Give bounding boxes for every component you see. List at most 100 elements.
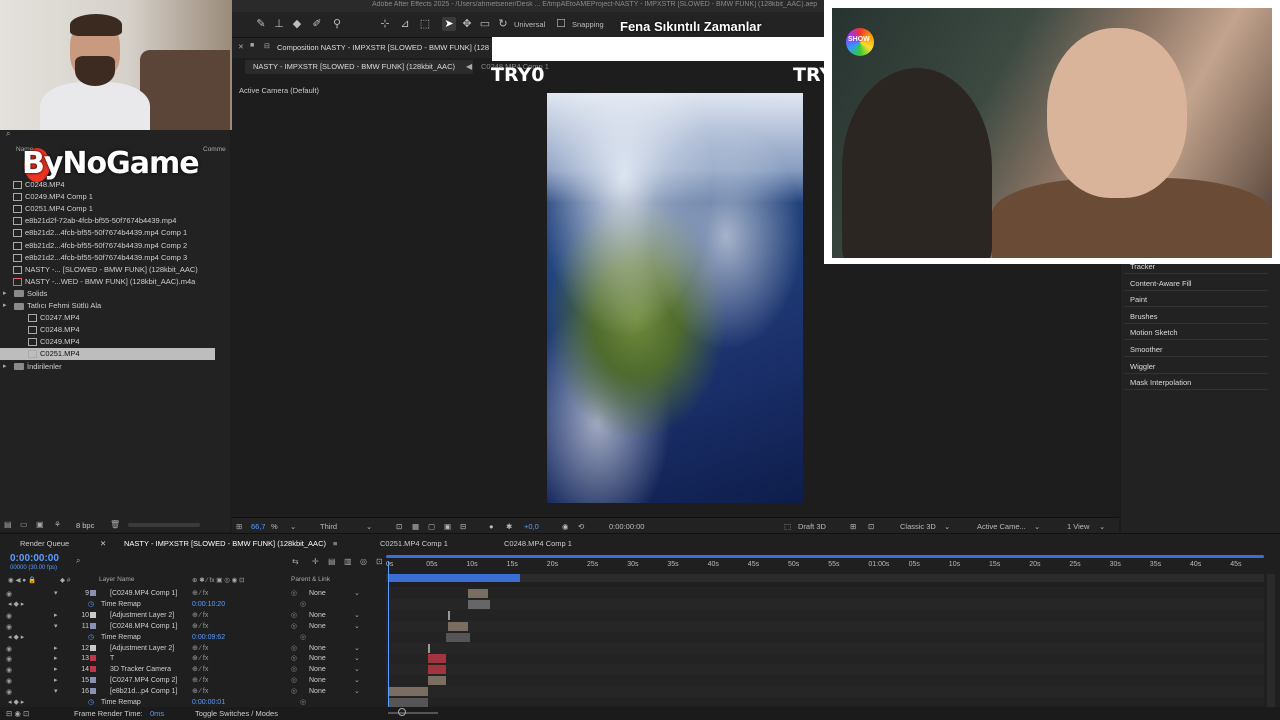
project-item[interactable]: C0248.MP4 [0,324,215,336]
time-navigator[interactable] [386,555,1264,558]
layer-row[interactable]: ◉ ▸ 15 [C0247.MP4 Comp 2] ⊕ ⁄ fx ◎ None ⌄ [0,675,385,686]
pickwhip-icon[interactable]: ◎ [300,599,306,610]
safe-zones-icon[interactable]: ⊟ [460,522,466,531]
disclosure-icon[interactable]: ▸ [3,300,7,312]
layer-switches-icon[interactable]: ⊕ ⁄ fx [192,653,208,664]
snapping-label[interactable]: Snapping [572,20,604,29]
color-channel-icon[interactable]: ● [489,522,494,531]
layer-label-color[interactable] [90,644,96,651]
hand-tool-icon[interactable]: ✥ [460,17,474,31]
keyframe-nav-icon[interactable]: ◂ ◆ ▸ [8,632,24,643]
view-layout-select[interactable]: 1 View [1067,522,1089,531]
timeline-tab[interactable]: Render Queue [20,539,69,548]
current-time[interactable]: 0:00:00:00 [10,553,59,564]
brush-icon[interactable]: ✎ [254,17,268,31]
project-item[interactable]: ▸ İndirilenler [0,361,215,373]
layer-name[interactable]: 3D Tracker Camera [110,664,171,675]
keyframe-nav-icon[interactable]: ◂ ◆ ▸ [8,599,24,610]
layer-bar[interactable] [428,654,446,664]
pickwhip-icon[interactable]: ◎ [291,686,297,697]
resolution-chevron-icon[interactable]: ⌄ [366,522,372,531]
pickwhip-icon[interactable]: ◎ [291,664,297,675]
tool-panel-item[interactable]: Wiggler [1130,362,1155,371]
layer-label-color[interactable] [90,611,96,618]
property-value[interactable]: 0:00:10:20 [192,599,225,610]
layer-name-header[interactable]: Layer Name [99,576,134,583]
parent-chevron-icon[interactable]: ⌄ [354,653,360,664]
flow-arrow-icon[interactable]: ◀ [466,62,472,71]
layer-row[interactable]: ◉ ▸ 10 [Adjustment Layer 2] ⊕ ⁄ fx ◎ None ⌄ [0,610,385,621]
composition-flow-tab[interactable]: NASTY - IMPXSTR [SLOWED - BMW FUNK] (128… [245,60,473,74]
color-management-icon[interactable]: ✱ [506,522,512,531]
parent-select[interactable]: None [309,653,326,664]
work-area-bar[interactable] [388,574,520,582]
project-item[interactable]: NASTY -... [SLOWED - BMW FUNK] (128kbit_… [0,264,215,276]
timeline-tab[interactable]: C0251.MP4 Comp 1 [380,539,448,548]
disclosure-icon[interactable]: ▸ [54,643,58,654]
av-switches-icon[interactable]: ◉ ◀ ● 🔒 [8,576,36,584]
disclosure-icon[interactable]: ▸ [3,288,7,300]
toggle-switches-button[interactable]: Toggle Switches / Modes [195,709,278,718]
layer-switches-icon[interactable]: ⊕ ⁄ fx [192,643,208,654]
project-item[interactable]: C0251.MP4 [0,348,215,361]
parent-select[interactable]: None [309,675,326,686]
parent-select[interactable]: None [309,621,326,632]
graph-editor-icon[interactable]: ⊡ [376,557,383,566]
parent-chevron-icon[interactable]: ⌄ [354,675,360,686]
layer-name[interactable]: [C0249.MP4 Comp 1] [110,588,177,599]
project-item[interactable]: e8b21d2...4fcb-bf55-50f7674b4439.mp4 Com… [0,227,215,239]
layer-row[interactable]: ◉ ▾ 16 [e8b21d...p4 Comp 1] ⊕ ⁄ fx ◎ None ⌄ [0,686,385,697]
resolution-select[interactable]: Third [320,522,337,531]
timeline-tab[interactable]: C0248.MP4 Comp 1 [504,539,572,548]
tab-menu-icon[interactable]: ≡ [333,539,337,548]
layer-label-color[interactable] [90,590,96,596]
zoom-slider-handle[interactable] [398,708,406,716]
tool-panel-item[interactable]: Paint [1130,295,1147,304]
rotate-icon[interactable]: ↻ [496,17,510,31]
disclosure-icon[interactable]: ▸ [54,610,58,621]
stopwatch-icon[interactable]: ◷ [88,632,94,643]
label-column-icon[interactable]: ◆ # [60,576,70,584]
tool-panel-item[interactable]: Tracker [1130,262,1155,271]
parent-chevron-icon[interactable]: ⌄ [354,686,360,697]
layer-switches-icon[interactable]: ⊕ ⁄ fx [192,588,208,599]
project-item[interactable]: e8b21d2...4fcb-bf55-50f7674b4439.mp4 Com… [0,240,215,252]
layer-row[interactable]: ◉ ▸ 12 [Adjustment Layer 2] ⊕ ⁄ fx ◎ None ⌄ [0,643,385,654]
layer-bar[interactable] [468,599,490,609]
rectangle-tool-icon[interactable]: ▭ [478,17,492,31]
tool-panel-item[interactable]: Content-Aware Fill [1130,279,1192,288]
layer-switches-icon[interactable]: ⊕ ⁄ fx [192,610,208,621]
layer-name[interactable]: [e8b21d...p4 Comp 1] [110,686,177,697]
lock-icon[interactable]: ⊟ [264,42,270,50]
view-layout-chevron-icon[interactable]: ⌄ [1099,522,1105,531]
project-col-comment[interactable]: Comme [203,146,226,153]
local-axis-icon[interactable]: ⊹ [378,17,392,31]
bpc-label[interactable]: 8 bpc [76,521,94,530]
frame-blending-icon[interactable]: ▥ [344,557,352,566]
view-axis-icon[interactable]: ⬚ [418,17,432,31]
layer-name[interactable]: [Adjustment Layer 2] [110,643,174,654]
layer-label-color[interactable] [90,622,96,629]
grid-icon[interactable]: ⊞ [236,522,242,531]
exposure-value[interactable]: +0,0 [524,522,539,531]
parent-select[interactable]: None [309,643,326,654]
snapping-checkbox[interactable]: ☐ [554,17,568,31]
draft-3d-icon[interactable]: ✛ [312,557,319,566]
layer-bar[interactable] [388,698,428,707]
layer-bar[interactable] [446,632,470,642]
close-icon[interactable]: ✕ [238,43,244,51]
parent-chevron-icon[interactable]: ⌄ [354,588,360,599]
extended-viewer-icon[interactable]: ⊡ [868,522,874,531]
parent-chevron-icon[interactable]: ⌄ [354,621,360,632]
project-item[interactable]: ▸ Solids [0,288,215,300]
new-folder-icon[interactable]: ▭ [20,520,28,529]
pickwhip-icon[interactable]: ◎ [291,610,297,621]
project-item[interactable]: C0249.MP4 Comp 1 [0,191,215,203]
interpret-footage-icon[interactable]: ▤ [4,520,12,529]
guides-icon[interactable]: ▣ [444,522,451,531]
new-comp-icon[interactable]: ▣ [36,520,44,529]
layer-row[interactable]: ◉ ▸ 13 T ⊕ ⁄ fx ◎ None ⌄ [0,653,385,664]
parent-chevron-icon[interactable]: ⌄ [354,610,360,621]
layer-name[interactable]: T [110,653,114,664]
disclosure-icon[interactable]: ▾ [54,686,58,697]
